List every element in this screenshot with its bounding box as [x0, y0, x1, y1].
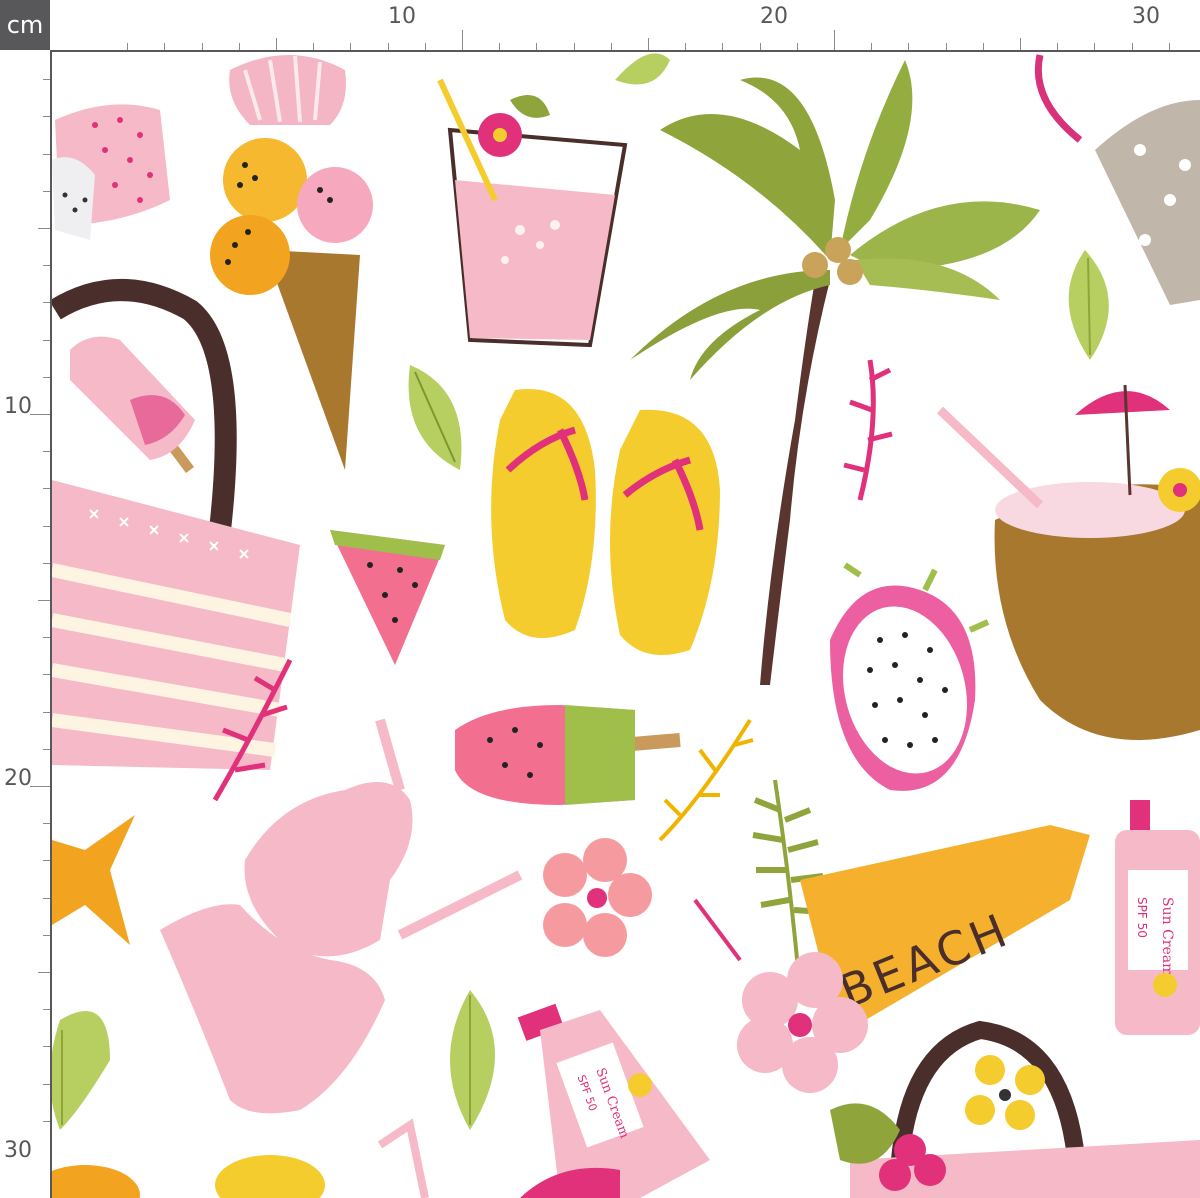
- ruler-tick: [43, 79, 50, 81]
- ruler-tick: [43, 637, 50, 639]
- ruler-unit-label: cm: [0, 0, 50, 50]
- seashell-icon: [229, 55, 346, 125]
- ruler-tick: [43, 488, 50, 490]
- fabric-print: BEACH Sun Cream SPF 50 Sun Cream SPF 50: [0, 0, 1200, 1198]
- ruler-tick: [276, 38, 277, 50]
- ruler-tick: [43, 1083, 50, 1085]
- ruler-tick: [43, 302, 50, 304]
- ruler-tick: [685, 43, 687, 50]
- ruler-tick: [313, 43, 315, 50]
- ruler-tick: [238, 43, 240, 50]
- ruler-label-top-30: 30: [1132, 4, 1160, 29]
- ruler-tick: [1168, 43, 1170, 50]
- ruler-tick: [43, 525, 50, 527]
- ruler-tick: [38, 228, 50, 229]
- product-preview: BEACH Sun Cream SPF 50 Sun Cream SPF 50 …: [0, 0, 1200, 1198]
- ruler-tick: [164, 43, 166, 50]
- ruler-tick: [43, 451, 50, 453]
- ruler-tick: [945, 43, 947, 50]
- ruler-tick: [127, 43, 129, 50]
- ruler-tick: [982, 43, 984, 50]
- ruler-tick: [30, 414, 50, 415]
- ruler-tick: [1057, 43, 1059, 50]
- ruler-tick: [43, 265, 50, 267]
- ruler-tick: [43, 116, 50, 118]
- ruler-tick: [610, 43, 612, 50]
- ruler-tick: [43, 860, 50, 862]
- sunscreen-tube-icon: Sun Cream SPF 50: [1115, 800, 1200, 1035]
- ruler-tick: [499, 43, 501, 50]
- ruler-tick: [30, 786, 50, 787]
- ruler-tick: [834, 30, 835, 50]
- ruler-tick: [387, 43, 389, 50]
- ruler-tick: [350, 43, 352, 50]
- left-ruler: 10 20 30: [0, 50, 52, 1198]
- ruler-tick: [43, 674, 50, 676]
- ruler-tick: [43, 190, 50, 192]
- ruler-tick: [43, 153, 50, 155]
- ruler-tick: [43, 711, 50, 713]
- ruler-tick: [796, 43, 798, 50]
- ruler-tick: [573, 43, 575, 50]
- ruler-tick: [462, 30, 463, 50]
- ruler-tick: [1131, 43, 1133, 50]
- ruler-tick: [43, 339, 50, 341]
- ruler-tick: [722, 43, 724, 50]
- ruler-tick: [1094, 43, 1096, 50]
- ruler-tick: [38, 600, 50, 601]
- ruler-label-left-10: 10: [4, 394, 32, 419]
- ruler-tick: [759, 43, 761, 50]
- ruler-label-top-10: 10: [388, 4, 416, 29]
- ruler-tick: [536, 43, 538, 50]
- ruler-tick: [871, 43, 873, 50]
- ruler-tick: [43, 1046, 50, 1048]
- ruler-tick: [1020, 38, 1021, 50]
- sunscreen-spf-text: SPF 50: [1135, 897, 1149, 938]
- ruler-tick: [43, 562, 50, 564]
- ruler-tick: [648, 38, 649, 50]
- ruler-label-top-20: 20: [760, 4, 788, 29]
- ruler-tick: [43, 748, 50, 750]
- ruler-tick: [38, 972, 50, 973]
- ruler-tick: [908, 43, 910, 50]
- ruler-tick: [201, 43, 203, 50]
- sunscreen-label-text: Sun Cream: [1159, 897, 1175, 976]
- ruler-tick: [43, 897, 50, 899]
- ruler-tick: [43, 1120, 50, 1122]
- ruler-tick: [43, 1009, 50, 1011]
- ruler-tick: [424, 43, 426, 50]
- top-ruler: 10 20 30: [50, 0, 1200, 52]
- ruler-tick: [43, 934, 50, 936]
- ruler-tick: [43, 376, 50, 378]
- ruler-label-left-20: 20: [4, 766, 32, 791]
- ruler-tick: [43, 823, 50, 825]
- ruler-label-left-30: 30: [4, 1138, 32, 1163]
